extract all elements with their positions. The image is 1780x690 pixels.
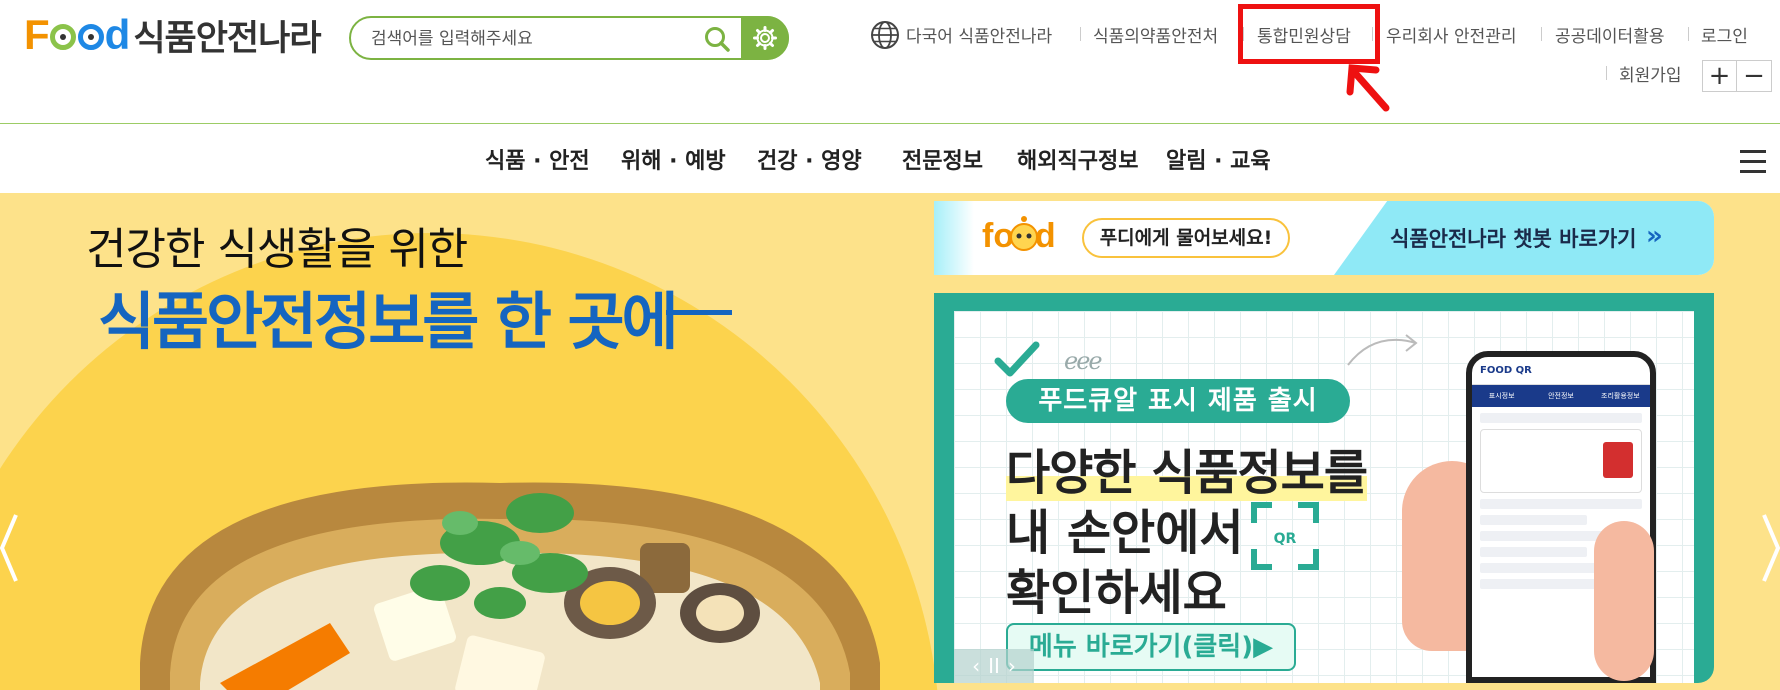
chatbot-link-text: 식품안전나라 챗봇 바로가기 <box>1390 227 1637 251</box>
decorative-arrow-icon <box>1347 334 1418 366</box>
search-input[interactable] <box>371 27 691 51</box>
signup-link[interactable]: 회원가입 <box>1619 61 1682 86</box>
text-zoom-control: + − <box>1702 60 1772 92</box>
food-qr-headline-3: 확인하세요 <box>1006 565 1227 621</box>
hero-subtitle: 건강한 식생활을 위한 <box>86 224 468 275</box>
util-divider <box>1606 66 1607 80</box>
phone-tab: 조리활용정보 <box>1601 392 1640 400</box>
phone-row <box>1480 547 1587 557</box>
slide-next-icon[interactable] <box>1762 513 1780 583</box>
banner-pause-icon[interactable]: II <box>988 654 1000 678</box>
chatbot-banner-fade <box>934 201 974 275</box>
food-qr-banner[interactable]: eee 푸드큐알 표시 제품 출시 다양한 식품정보를 내 손안에서 확인하세요… <box>934 293 1714 683</box>
util-link-mfds[interactable]: 식품의약품안전처 <box>1093 22 1218 47</box>
util-divider <box>1080 27 1081 41</box>
food-qr-launch-badge: 푸드큐알 표시 제품 출시 <box>1006 379 1350 423</box>
hero-title: 식품안전정보를 한 곳에 <box>98 285 679 358</box>
highlight-annotation-box <box>1238 4 1380 64</box>
hero-title-dash <box>666 310 732 315</box>
phone-row <box>1480 413 1642 423</box>
slide-prev-icon[interactable] <box>0 513 18 583</box>
banner-slide-controls: ‹ II › <box>954 649 1034 683</box>
gnb-notice-education[interactable]: 알림 · 교육 <box>1166 143 1271 175</box>
hotpot-food-image <box>140 482 880 690</box>
hand-illustration <box>1594 521 1654 681</box>
phone-tab: 표시정보 <box>1488 392 1515 400</box>
menu-shortcut-button[interactable]: 메뉴 바로가기(클릭)▶ <box>1006 623 1296 671</box>
header-divider <box>0 123 1780 124</box>
phone-product-card <box>1480 429 1642 493</box>
hero-section: 건강한 식생활을 위한 식품안전정보를 한 곳에 food <box>0 193 1780 690</box>
phone-app-tabs: 표시정보 안전정보 조리활용정보 <box>1472 385 1650 407</box>
annotation-arrow-icon <box>1346 64 1390 112</box>
chatbot-bubble-text: 푸디에게 물어보세요! <box>1082 218 1290 258</box>
menu-hamburger-icon[interactable] <box>1740 150 1766 180</box>
banner-prev-icon[interactable]: ‹ <box>972 654 980 678</box>
gnb-expert-info[interactable]: 전문정보 <box>902 143 983 175</box>
search-icon <box>705 27 730 52</box>
search-bar <box>349 16 789 60</box>
util-divider <box>1541 27 1542 41</box>
gnb-health-nutrition[interactable]: 건강 · 영양 <box>757 143 862 175</box>
gear-icon <box>753 26 777 50</box>
zoom-out-button[interactable]: − <box>1737 61 1771 91</box>
zoom-in-button[interactable]: + <box>1703 61 1737 91</box>
phone-tab: 안전정보 <box>1548 392 1574 400</box>
food-qr-banner-card: eee 푸드큐알 표시 제품 출시 다양한 식품정보를 내 손안에서 확인하세요… <box>954 311 1694 683</box>
logo-food-wordmark: Fd <box>24 11 130 58</box>
qr-code-icon: QR <box>1251 502 1319 570</box>
logo-text: 식품안전나라 <box>133 18 321 59</box>
globe-icon <box>871 21 899 49</box>
search-settings-button[interactable] <box>741 16 789 60</box>
chatbot-banner[interactable]: food 푸디에게 물어보세요! 식품안전나라 챗봇 바로가기 » <box>934 201 1714 275</box>
qr-code-label: QR <box>1274 531 1297 547</box>
gnb-overseas-purchase[interactable]: 해외직구정보 <box>1017 143 1138 175</box>
search-button[interactable] <box>699 22 735 56</box>
banner-next-icon[interactable]: › <box>1008 654 1016 678</box>
util-divider <box>1688 27 1689 41</box>
site-logo[interactable]: Fd 식품안전나라 <box>24 11 322 59</box>
double-chevron-right-icon: » <box>1646 221 1663 251</box>
login-link[interactable]: 로그인 <box>1701 22 1748 47</box>
decorative-scribble: eee <box>1064 347 1103 375</box>
util-link-company-safety[interactable]: 우리회사 안전관리 <box>1386 22 1517 47</box>
phone-row <box>1480 499 1642 509</box>
util-link-multilingual[interactable]: 다국어 식품안전나라 <box>906 22 1052 47</box>
phone-row <box>1480 515 1587 525</box>
foodie-mascot-icon: food <box>982 216 1056 255</box>
gnb-food-safety[interactable]: 식품 · 안전 <box>485 143 590 175</box>
phone-app-title: FOOD QR <box>1472 357 1650 385</box>
util-link-public-data[interactable]: 공공데이터활용 <box>1555 22 1664 47</box>
checkmark-icon <box>994 341 1040 377</box>
gnb-hazard-prevention[interactable]: 위해 · 예방 <box>621 143 726 175</box>
